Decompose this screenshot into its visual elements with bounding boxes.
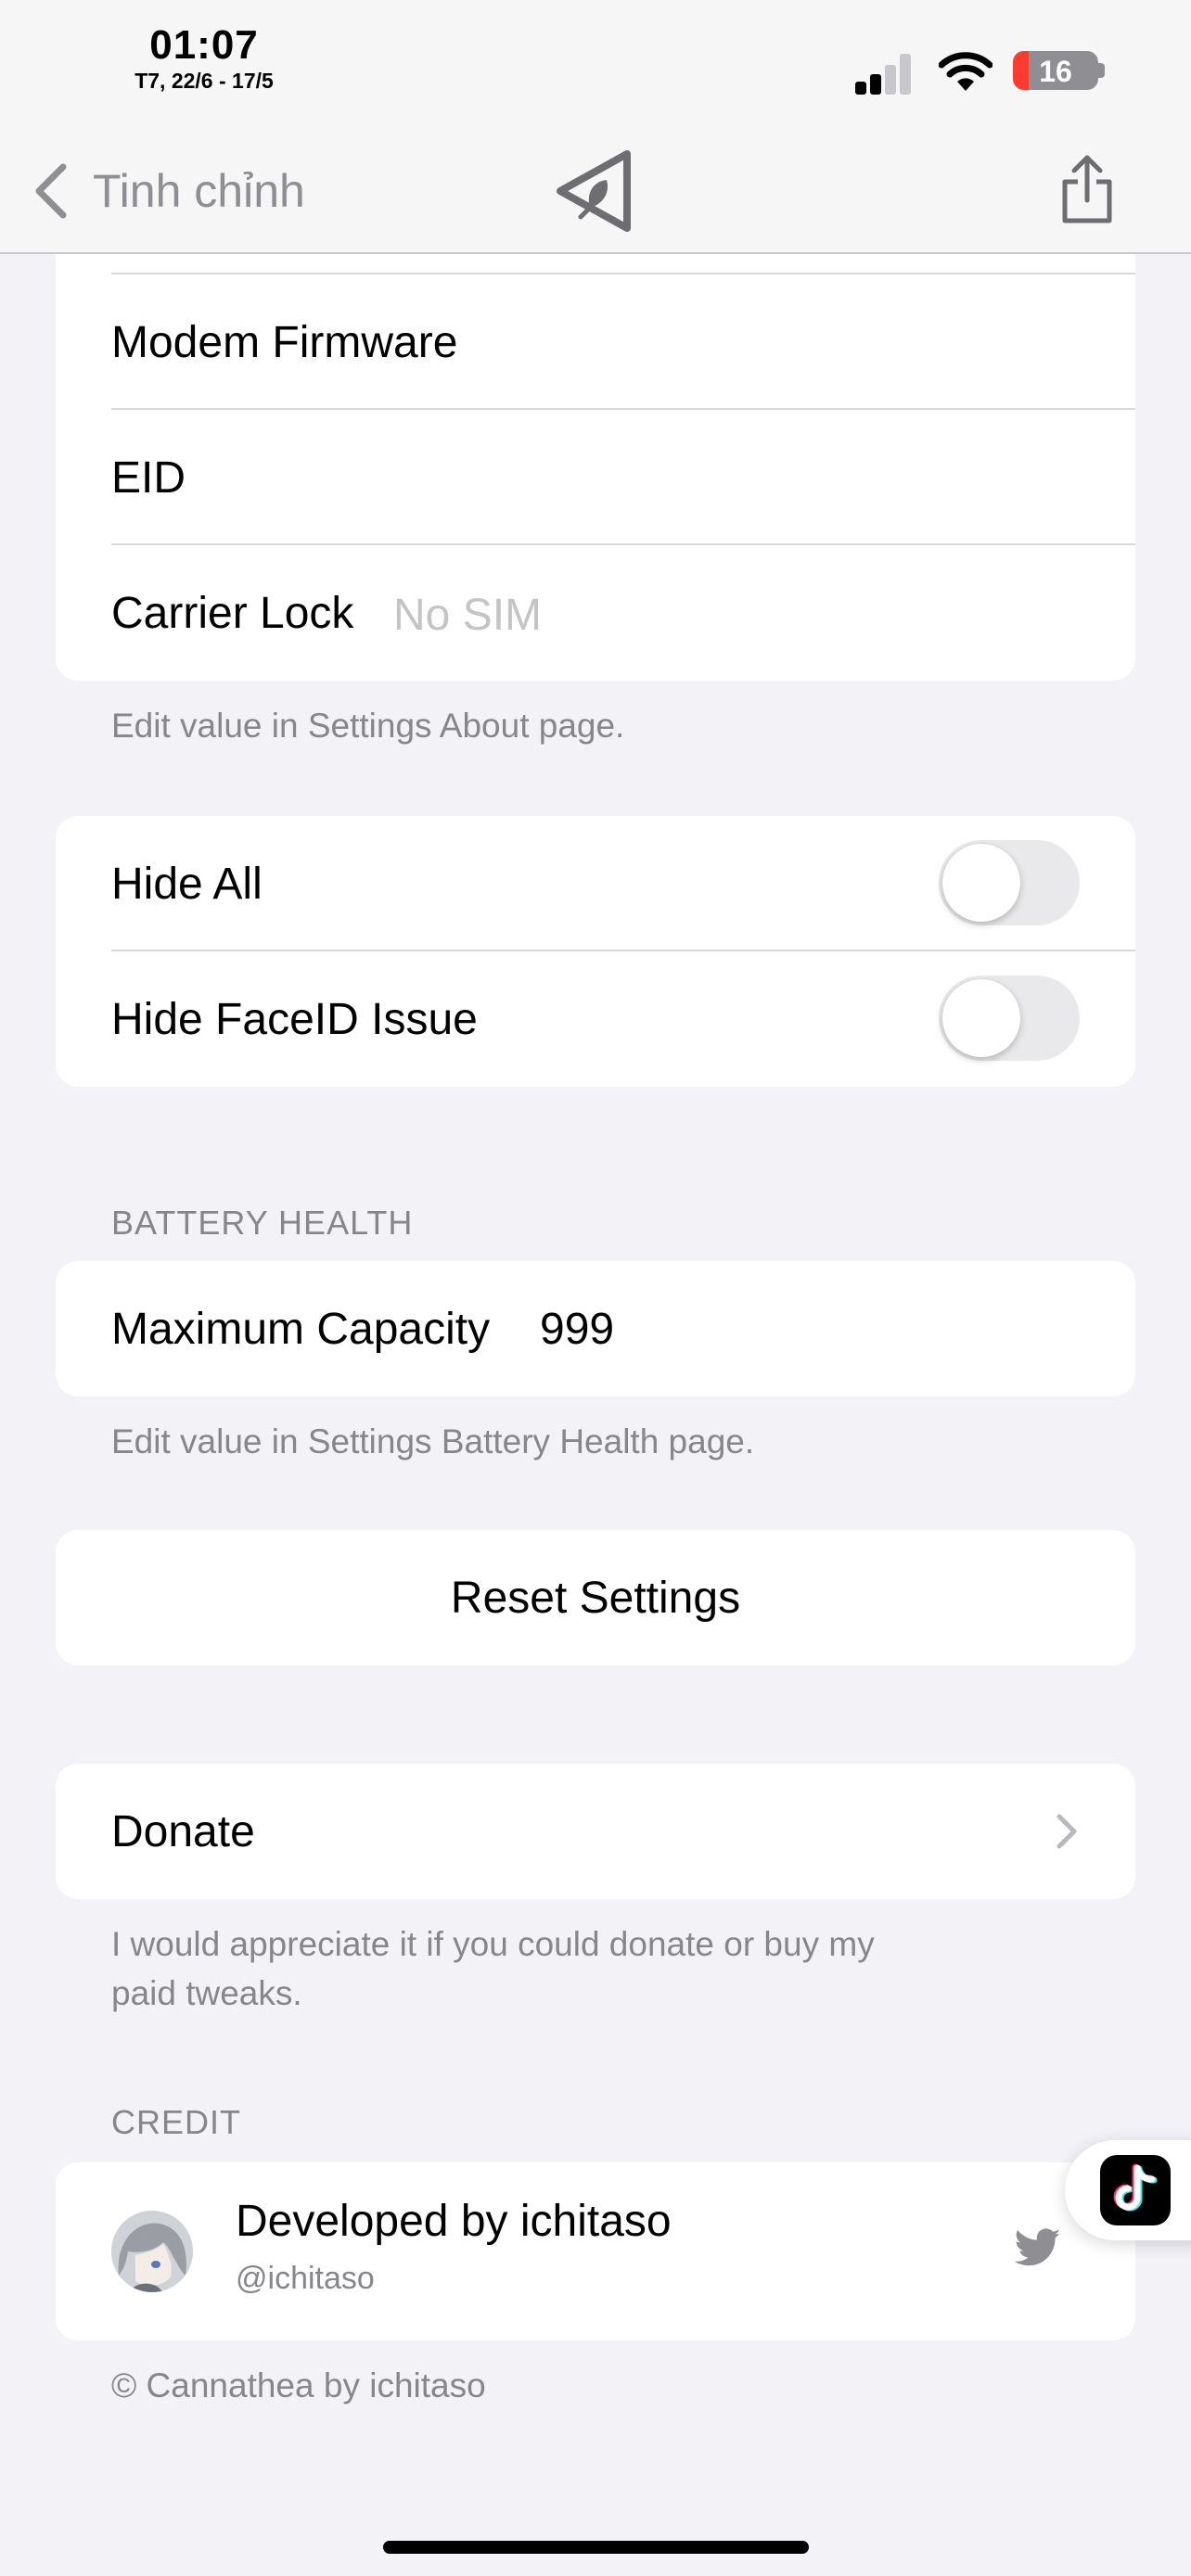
eid-row[interactable]: EID — [56, 410, 1135, 545]
toggles-card: Hide All Hide FaceID Issue — [56, 816, 1135, 1087]
donate-footer-line1: I would appreciate it if you could donat… — [111, 1925, 875, 1963]
battery-nub — [1098, 63, 1105, 78]
device-info-footer: Edit value in Settings About page. — [111, 707, 625, 745]
battery-health-footer: Edit value in Settings Battery Health pa… — [111, 1422, 755, 1460]
chevron-right-icon — [1057, 1814, 1077, 1849]
twitter-icon[interactable] — [1015, 2227, 1061, 2268]
hide-all-toggle[interactable] — [939, 840, 1080, 925]
battery-health-card: Maximum Capacity 999 — [56, 1261, 1135, 1396]
status-time: 01:07 — [149, 22, 259, 68]
chevron-left-icon[interactable] — [33, 163, 70, 219]
credit-title: Developed by ichitaso — [236, 2197, 672, 2246]
copyright-footer: © Cannathea by ichitaso — [111, 2366, 486, 2404]
credit-handle: @ichitaso — [236, 2261, 375, 2296]
reset-settings-label: Reset Settings — [450, 1574, 741, 1623]
donate-row[interactable]: Donate — [56, 1764, 1135, 1899]
signal-icon — [855, 54, 916, 95]
back-button[interactable]: Tinh chỉnh — [93, 164, 305, 218]
hide-faceid-row: Hide FaceID Issue — [56, 951, 1135, 1087]
battery-percent: 16 — [1039, 55, 1072, 88]
row-label: Carrier Lock — [111, 589, 354, 638]
status-date: T7, 22/6 - 17/5 — [134, 69, 274, 93]
carrier-lock-row[interactable]: Carrier Lock No SIM — [56, 545, 1135, 681]
tiktok-floating-button[interactable] — [1065, 2140, 1191, 2240]
row-label: Modem Firmware — [111, 318, 458, 367]
hide-all-row: Hide All — [56, 816, 1135, 951]
toggle-knob — [942, 844, 1020, 922]
donate-footer-line2: paid tweaks. — [111, 1974, 302, 2012]
maximum-capacity-label: Maximum Capacity — [111, 1305, 491, 1354]
credit-card[interactable]: Developed by ichitaso @ichitaso — [56, 2162, 1135, 2340]
carrier-lock-value[interactable]: No SIM — [393, 590, 542, 641]
donate-label: Donate — [111, 1807, 255, 1856]
toggle-label: Hide FaceID Issue — [111, 995, 478, 1044]
avatar-illustration — [111, 2211, 193, 2292]
hide-faceid-toggle[interactable] — [939, 976, 1080, 1061]
row-label: EID — [111, 453, 186, 503]
modem-firmware-row[interactable]: Modem Firmware — [56, 274, 1135, 410]
share-icon[interactable] — [1059, 154, 1115, 224]
credit-header: CREDIT — [111, 2103, 241, 2141]
toggle-label: Hide All — [111, 860, 263, 909]
home-indicator[interactable] — [383, 2541, 809, 2554]
wifi-icon — [939, 52, 992, 91]
device-info-card: Modem Firmware EID Carrier Lock No SIM — [56, 223, 1135, 681]
cannathea-logo-icon — [557, 150, 631, 232]
avatar — [111, 2211, 193, 2292]
tiktok-icon — [1100, 2155, 1171, 2225]
battery-icon: 16 — [1013, 51, 1098, 90]
toggle-knob — [942, 979, 1020, 1057]
top-bar: 01:07 T7, 22/6 - 17/5 16 Tinh chỉnh — [0, 0, 1191, 254]
reset-settings-button[interactable]: Reset Settings — [56, 1530, 1135, 1665]
maximum-capacity-value[interactable]: 999 — [540, 1304, 614, 1355]
battery-health-header: BATTERY HEALTH — [111, 1204, 414, 1242]
tiktok-glyph — [1113, 2163, 1158, 2212]
